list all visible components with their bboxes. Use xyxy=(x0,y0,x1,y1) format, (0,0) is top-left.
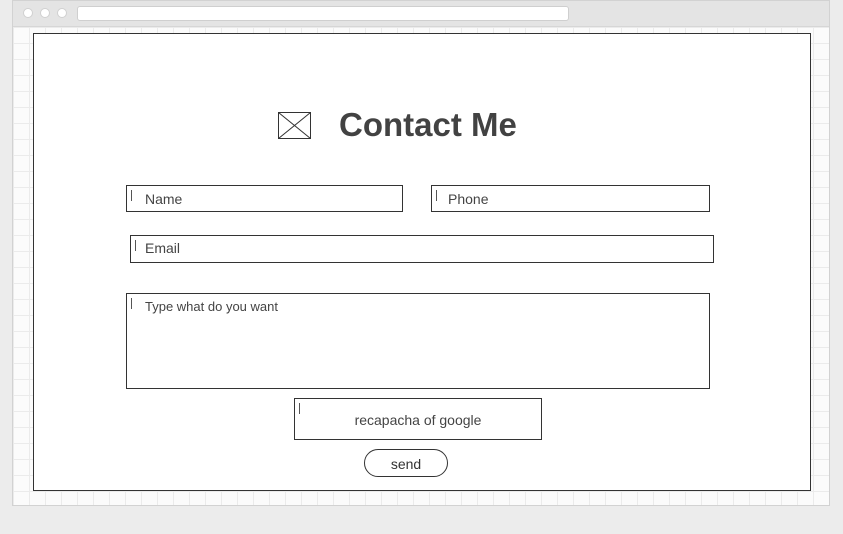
email-placeholder: Email xyxy=(145,240,181,256)
window-maximize-dot[interactable] xyxy=(57,8,67,18)
message-placeholder: Type what do you want xyxy=(145,299,278,314)
send-button[interactable]: send xyxy=(364,449,448,477)
text-cursor xyxy=(436,190,437,201)
address-bar[interactable] xyxy=(77,6,569,21)
recaptcha-box[interactable]: recapacha of google xyxy=(294,398,542,440)
text-cursor xyxy=(135,240,136,251)
email-field[interactable]: Email xyxy=(130,235,714,263)
text-cursor xyxy=(131,190,132,201)
window-close-dot[interactable] xyxy=(23,8,33,18)
name-placeholder: Name xyxy=(145,191,183,207)
page-title: Contact Me xyxy=(339,106,517,143)
message-textarea[interactable]: Type what do you want xyxy=(126,293,710,389)
browser-titlebar xyxy=(13,1,829,27)
image-placeholder-icon xyxy=(278,112,311,139)
window-minimize-dot[interactable] xyxy=(40,8,50,18)
recaptcha-label: recapacha of google xyxy=(354,412,482,428)
phone-placeholder: Phone xyxy=(448,191,489,207)
text-cursor xyxy=(131,298,132,309)
phone-field[interactable]: Phone xyxy=(431,185,710,212)
name-field[interactable]: Name xyxy=(126,185,403,212)
